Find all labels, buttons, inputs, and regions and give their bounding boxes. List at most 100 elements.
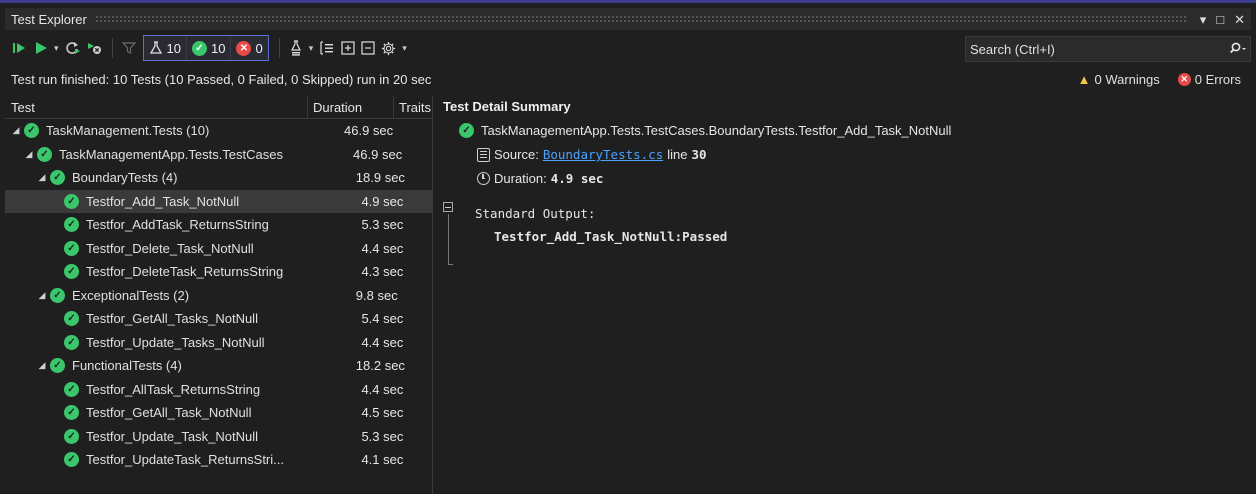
column-traits[interactable]: Traits <box>394 96 432 118</box>
tree-row-duration: 4.4 sec <box>361 381 404 397</box>
expander-icon[interactable]: ◢ <box>37 360 47 371</box>
tree-row-duration: 18.2 sec <box>355 358 405 374</box>
close-icon[interactable]: ✕ <box>1234 13 1245 26</box>
errors-count: 0 Errors <box>1194 71 1241 87</box>
search-box <box>965 36 1251 62</box>
passed-tests-filter[interactable]: ✓ 10 <box>186 36 230 60</box>
search-button[interactable] <box>1226 42 1250 56</box>
output-guide-line-end <box>448 264 453 265</box>
toolbar: ▾ 10 ✓ 10 ✕ 0 ▾ ▾ Search (Ctrl+I) <box>5 31 1251 65</box>
tree-row-duration: 4.9 sec <box>361 193 404 209</box>
settings-dropdown-icon[interactable]: ▾ <box>399 43 410 54</box>
drag-grip[interactable] <box>94 15 1188 23</box>
column-test[interactable]: Test <box>5 96 308 118</box>
check-icon: ✓ <box>50 287 65 303</box>
run-icon <box>36 42 47 54</box>
check-icon: ✓ <box>64 428 79 444</box>
check-icon: ✓ <box>50 170 65 186</box>
check-icon: ✓ <box>192 40 207 56</box>
test-tree-row[interactable]: ◢ ✓ BoundaryTests (4) 18.9 sec <box>5 166 432 190</box>
tree-row-name-cell: ✓ Testfor_GetAll_Task_NotNull <box>5 405 329 421</box>
clock-icon <box>477 172 490 185</box>
tree-row-label: Testfor_Update_Tasks_NotNull <box>86 334 265 350</box>
dropdown-icon[interactable]: ▾ <box>1200 13 1207 26</box>
playlist-button[interactable] <box>286 36 306 60</box>
collapse-all-icon <box>361 41 375 55</box>
title-bar[interactable]: Test Explorer ▾ □ ✕ <box>5 8 1251 30</box>
warnings-indicator[interactable]: ▲ 0 Warnings <box>1078 72 1160 87</box>
test-tree-row[interactable]: ✓ Testfor_GetAll_Tasks_NotNull 5.4 sec <box>5 307 432 331</box>
test-tree-row[interactable]: ✓ Testfor_AddTask_ReturnsString 5.3 sec <box>5 213 432 237</box>
expander-icon[interactable]: ◢ <box>11 125 21 136</box>
group-by-icon <box>320 41 334 55</box>
failed-tests-filter[interactable]: ✕ 0 <box>230 36 267 60</box>
errors-indicator[interactable]: ✕ 0 Errors <box>1177 71 1241 87</box>
maximize-icon[interactable]: □ <box>1216 13 1224 26</box>
check-icon: ✓ <box>50 358 65 374</box>
repeat-last-run-button[interactable] <box>62 36 84 60</box>
tree-row-duration: 5.3 sec <box>361 217 404 233</box>
test-tree-row[interactable]: ✓ Testfor_UpdateTask_ReturnsStri... 4.1 se… <box>5 448 432 472</box>
check-icon: ✓ <box>64 264 79 280</box>
standard-output-label: Standard Output: <box>475 206 596 221</box>
expander-icon[interactable]: ◢ <box>37 290 47 301</box>
standard-output-text[interactable]: Testfor_Add_Task_NotNull:Passed <box>494 229 727 244</box>
tree-row-duration: 4.4 sec <box>361 334 404 350</box>
collapse-all-button[interactable] <box>358 36 378 60</box>
check-icon: ✓ <box>64 334 79 350</box>
tree-row-name-cell: ✓ Testfor_DeleteTask_ReturnsString <box>5 264 329 280</box>
source-file-link[interactable]: BoundaryTests.cs <box>543 147 663 162</box>
tree-row-duration: 4.1 sec <box>361 452 404 468</box>
check-icon: ✓ <box>64 381 79 397</box>
tree-row-name-cell: ◢ ✓ TaskManagementApp.Tests.TestCases <box>5 146 321 162</box>
expander-icon[interactable]: ◢ <box>24 149 34 160</box>
test-tree-row[interactable]: ◢ ✓ FunctionalTests (4) 18.2 sec <box>5 354 432 378</box>
expand-all-button[interactable] <box>338 36 358 60</box>
run-dropdown-icon[interactable]: ▾ <box>51 43 62 54</box>
test-counters: 10 ✓ 10 ✕ 0 <box>142 35 269 61</box>
tree-row-name-cell: ✓ Testfor_UpdateTask_ReturnsStri... <box>5 452 329 468</box>
collapse-output-icon[interactable] <box>443 202 453 212</box>
group-by-button[interactable] <box>316 36 338 60</box>
expand-all-icon <box>341 41 355 55</box>
test-tree-row[interactable]: ✓ Testfor_Update_Task_NotNull 5.3 sec <box>5 425 432 449</box>
document-icon <box>477 147 490 162</box>
test-tree-row[interactable]: ✓ Testfor_DeleteTask_ReturnsString 4.3 sec <box>5 260 432 284</box>
test-tree-row[interactable]: ◢ ✓ TaskManagementApp.Tests.TestCases 46.9 … <box>5 143 432 167</box>
test-explorer-window: Test Explorer ▾ □ ✕ ▾ 10 ✓ 10 ✕ 0 ▾ ▾ Se… <box>0 0 1256 494</box>
search-input[interactable] <box>966 40 1226 58</box>
run-button[interactable] <box>31 36 51 60</box>
run-failed-button[interactable] <box>84 36 106 60</box>
settings-button[interactable] <box>378 36 399 60</box>
test-tree-row[interactable]: ✓ Testfor_Update_Tasks_NotNull 4.4 sec <box>5 331 432 355</box>
tree-row-label: TaskManagement.Tests (10) <box>46 123 210 139</box>
check-icon: ✓ <box>64 452 79 468</box>
repeat-last-run-icon <box>65 42 80 54</box>
test-tree-row[interactable]: ✓ Testfor_Delete_Task_NotNull 4.4 sec <box>5 237 432 261</box>
output-guide-line <box>448 214 449 264</box>
tree-row-label: Testfor_DeleteTask_ReturnsString <box>86 264 284 280</box>
test-tree-row[interactable]: ✓ Testfor_AllTask_ReturnsString 4.4 sec <box>5 378 432 402</box>
test-tree-row[interactable]: ◢ ✓ ExceptionalTests (2) 9.8 sec <box>5 284 432 308</box>
test-tree-row[interactable]: ◢ ✓ TaskManagement.Tests (10) 46.9 sec <box>5 119 432 143</box>
tree-row-duration: 46.9 sec <box>353 146 403 162</box>
tree-row-duration: 5.4 sec <box>361 311 404 327</box>
tree-row-label: Testfor_UpdateTask_ReturnsStri... <box>86 452 284 468</box>
run-failed-icon <box>87 43 101 54</box>
run-all-button[interactable] <box>9 36 31 60</box>
test-tree-row[interactable]: ✓ Testfor_GetAll_Task_NotNull 4.5 sec <box>5 401 432 425</box>
warnings-count: 0 Warnings <box>1094 71 1160 87</box>
detail-summary-title: Test Detail Summary <box>443 99 571 114</box>
check-icon: ✓ <box>64 311 79 327</box>
column-duration[interactable]: Duration <box>308 96 394 118</box>
tree-row-name-cell: ◢ ✓ TaskManagement.Tests (10) <box>5 123 312 139</box>
playlist-dropdown-icon[interactable]: ▾ <box>306 43 317 54</box>
tree-row-duration: 18.9 sec <box>355 170 405 186</box>
expander-icon[interactable]: ◢ <box>37 172 47 183</box>
total-tests-filter[interactable]: 10 <box>144 36 186 60</box>
tree-row-label: Testfor_GetAll_Tasks_NotNull <box>86 311 258 327</box>
filter-button[interactable] <box>119 36 139 60</box>
detail-source: Source: BoundaryTests.cs line 30 <box>477 147 707 162</box>
tree-row-label: Testfor_Add_Task_NotNull <box>86 193 240 209</box>
test-tree-row[interactable]: ✓ Testfor_Add_Task_NotNull 4.9 sec <box>5 189 432 213</box>
